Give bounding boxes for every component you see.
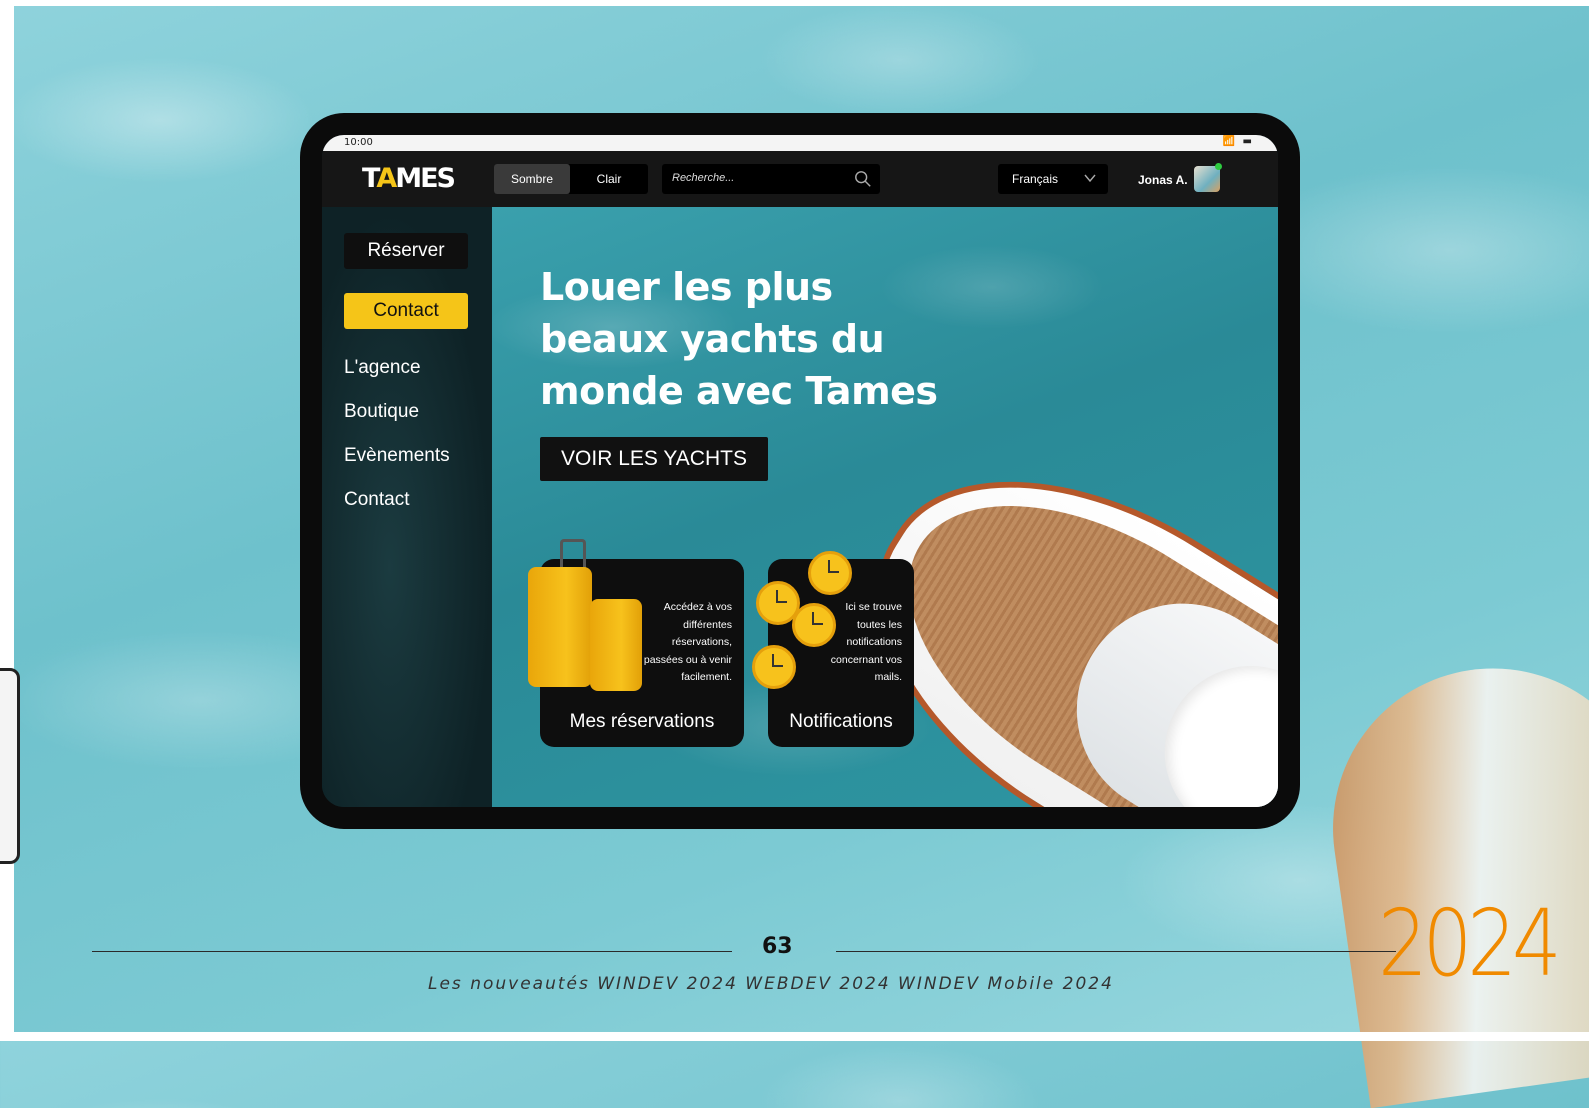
phone-mockup-edge bbox=[0, 668, 20, 864]
notifications-card[interactable]: Ici se trouve toutes les notifications c… bbox=[752, 551, 914, 747]
theme-toggle: Sombre Clair bbox=[494, 164, 648, 194]
theme-light-option[interactable]: Clair bbox=[570, 164, 648, 194]
alarm-clock-icon bbox=[752, 645, 796, 689]
reservations-card-description: Accédez à vos différentes réservations, … bbox=[643, 601, 732, 683]
tablet-screen: 10:00 📶 ▬ TAMES Sombre Clair Recherche..… bbox=[322, 135, 1278, 807]
reserve-button[interactable]: Réserver bbox=[344, 233, 468, 269]
signal-wifi-battery-icon: 📶 ▬ bbox=[1222, 136, 1254, 147]
tablet-frame: 10:00 📶 ▬ TAMES Sombre Clair Recherche..… bbox=[300, 113, 1300, 829]
status-bar: 10:00 📶 ▬ bbox=[322, 135, 1278, 151]
reservations-card[interactable]: Accédez à vos différentes réservations, … bbox=[528, 539, 744, 747]
sidebar-link-agence[interactable]: L'agence bbox=[344, 357, 421, 379]
reservations-card-title: Mes réservations bbox=[569, 711, 715, 732]
sidebar-link-evenements[interactable]: Evènements bbox=[344, 445, 450, 467]
tames-logo[interactable]: TAMES bbox=[362, 163, 456, 194]
hero-title: Louer les plus beaux yachts du monde ave… bbox=[540, 265, 938, 413]
top-navbar: TAMES Sombre Clair Recherche... Français… bbox=[322, 151, 1278, 207]
user-name[interactable]: Jonas A. bbox=[1138, 173, 1188, 187]
language-value: Français bbox=[1012, 172, 1059, 186]
footer-caption: Les nouveautés WINDEV 2024 WEBDEV 2024 W… bbox=[428, 974, 1114, 994]
language-select[interactable]: Français bbox=[998, 164, 1108, 194]
top-border bbox=[0, 0, 1589, 6]
footer-divider-right bbox=[836, 951, 1396, 952]
alarm-clock-icon bbox=[808, 551, 852, 595]
suitcase-small-icon bbox=[590, 599, 642, 691]
year-logo: 2024 bbox=[1378, 890, 1562, 997]
search-input[interactable]: Recherche... bbox=[662, 164, 880, 194]
bottom-border bbox=[0, 1032, 1589, 1041]
sidebar: Réserver Contact L'agence Boutique Evène… bbox=[322, 207, 492, 807]
search-icon[interactable] bbox=[854, 170, 872, 188]
left-border bbox=[0, 0, 14, 1041]
chevron-down-icon bbox=[1084, 174, 1096, 183]
view-yachts-button[interactable]: VOIR LES YACHTS bbox=[540, 437, 768, 481]
theme-dark-option[interactable]: Sombre bbox=[494, 164, 570, 194]
sidebar-link-boutique[interactable]: Boutique bbox=[344, 401, 419, 423]
page-number: 63 bbox=[762, 934, 793, 959]
sidebar-link-contact[interactable]: Contact bbox=[344, 489, 409, 511]
contact-button[interactable]: Contact bbox=[344, 293, 468, 329]
suitcase-handle bbox=[560, 539, 586, 570]
footer-divider-left bbox=[92, 951, 732, 952]
hero-section: Louer les plus beaux yachts du monde ave… bbox=[492, 207, 1278, 807]
notifications-card-description: Ici se trouve toutes les notifications c… bbox=[830, 601, 902, 683]
status-time: 10:00 bbox=[344, 137, 373, 148]
avatar[interactable] bbox=[1194, 166, 1220, 192]
online-status-dot bbox=[1215, 163, 1222, 170]
search-placeholder: Recherche... bbox=[672, 172, 735, 184]
notifications-card-title: Notifications bbox=[789, 711, 893, 732]
suitcase-icon bbox=[528, 567, 592, 687]
